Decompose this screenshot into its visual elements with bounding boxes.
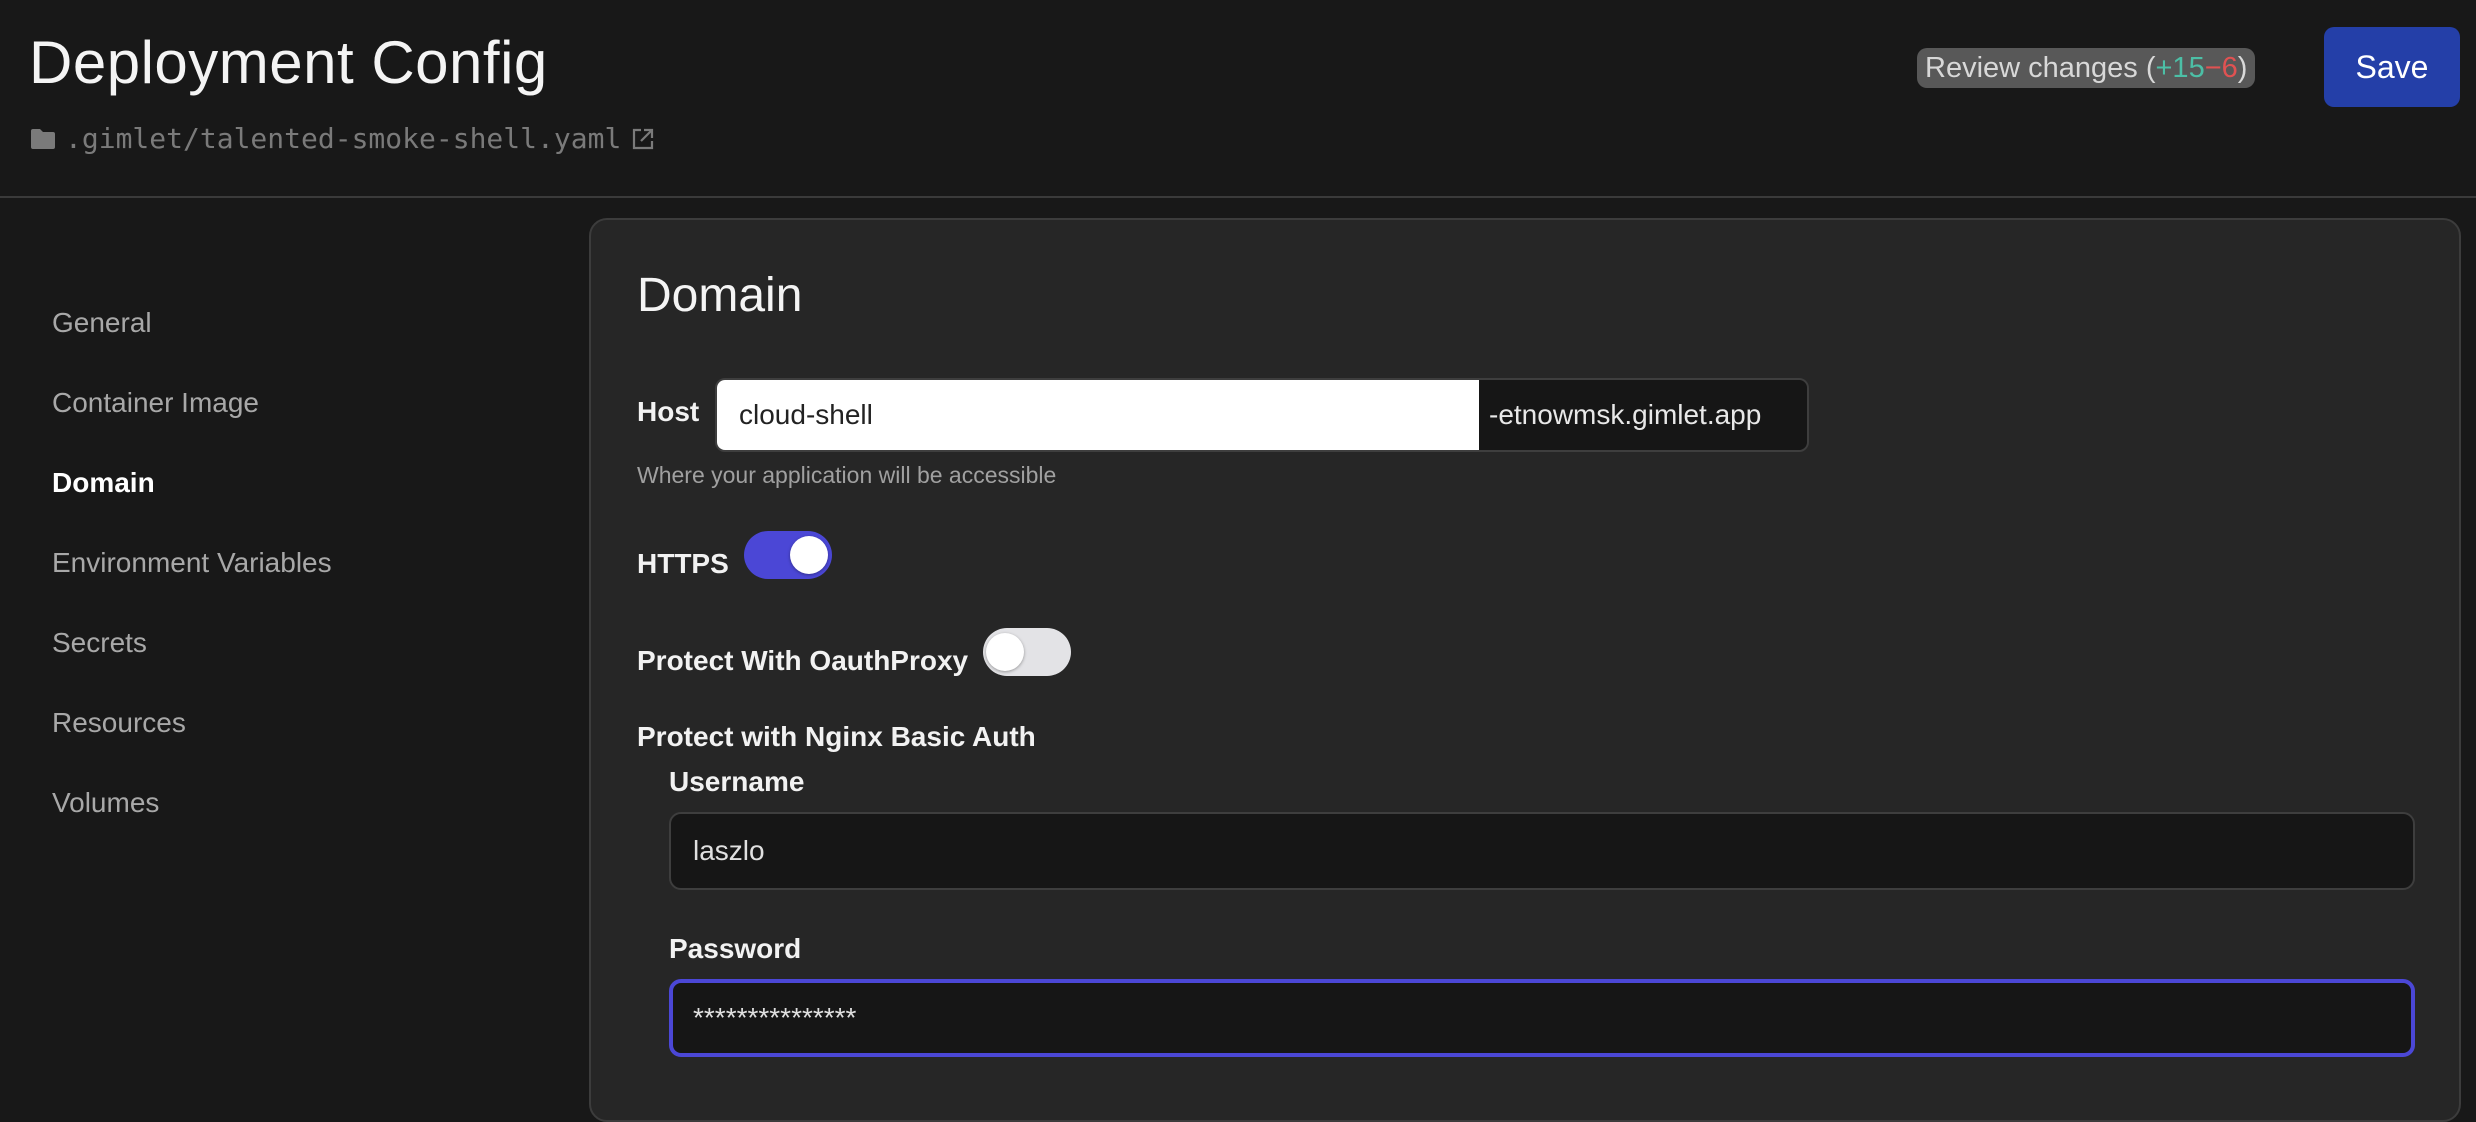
host-label: Host [637,396,700,427]
sidebar-item-volumes[interactable]: Volumes [52,776,332,856]
password-input[interactable] [669,979,2415,1057]
folder-icon [29,127,57,151]
additions-count: +15 [2155,51,2205,84]
host-input-group: -etnowmsk.gimlet.app [715,378,1809,452]
host-help-text: Where your application will be accessibl… [637,462,1057,488]
basic-auth-label: Protect with Nginx Basic Auth [637,721,1036,752]
oauth-proxy-toggle[interactable] [983,628,1071,676]
sidebar-item-environment-variables[interactable]: Environment Variables [52,536,332,616]
sidebar-item-domain[interactable]: Domain [52,456,332,536]
https-toggle[interactable] [744,531,832,579]
password-label: Password [669,933,802,964]
domain-card: Domain Host -etnowmsk.gimlet.app Where y… [589,218,2461,1122]
save-button[interactable]: Save [2324,27,2460,107]
sidebar-item-resources[interactable]: Resources [52,696,332,776]
review-changes-button[interactable]: Review changes (+15 −6) [1917,48,2256,88]
section-title: Domain [637,269,803,322]
sidebar-item-general[interactable]: General [52,296,332,376]
sidebar-nav: General Container Image Domain Environme… [52,296,332,856]
external-link-icon[interactable] [629,125,657,153]
file-path-text[interactable]: .gimlet/talented-smoke-shell.yaml [65,122,621,155]
username-label: Username [669,766,805,797]
sidebar-item-container-image[interactable]: Container Image [52,376,332,456]
file-path: .gimlet/talented-smoke-shell.yaml [29,122,657,155]
toggle-knob [986,633,1024,671]
deletions-count: −6 [2204,51,2238,84]
sidebar-item-secrets[interactable]: Secrets [52,616,332,696]
https-label: HTTPS [637,548,729,579]
oauth-proxy-label: Protect With OauthProxy [637,645,969,676]
username-input[interactable] [669,812,2415,890]
host-suffix: -etnowmsk.gimlet.app [1479,380,1807,450]
page-header: Deployment Config .gimlet/talented-smoke… [0,0,2476,198]
toggle-knob [790,536,828,574]
review-changes-close-paren: ) [2237,51,2248,84]
page-title: Deployment Config [29,29,548,96]
review-changes-label: Review changes ( [1925,51,2156,84]
host-input[interactable] [717,380,1479,450]
